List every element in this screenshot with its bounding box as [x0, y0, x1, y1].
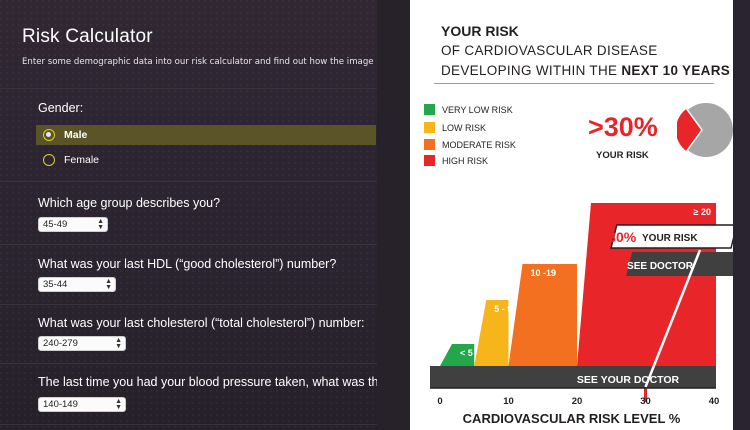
divider	[0, 424, 410, 425]
hdl-label: What was your last HDL (“good cholestero…	[38, 257, 337, 271]
gender-option-label: Male	[64, 129, 88, 141]
cholesterol-label: What was your last cholesterol (“total c…	[38, 316, 365, 330]
gender-option-label: Female	[64, 154, 100, 166]
gender-option-female[interactable]: Female	[36, 150, 376, 170]
cholesterol-select[interactable]: 240-279 ▲ ▼	[38, 336, 126, 351]
callout-label: YOUR RISK	[642, 233, 698, 244]
divider	[0, 244, 410, 245]
risk-step-bar	[508, 264, 577, 366]
select-arrows-icon: ▲ ▼	[105, 278, 112, 291]
see-doctor-label: SEE DOCTOR	[627, 261, 694, 272]
x-axis-label: CARDIOVASCULAR RISK LEVEL %	[462, 411, 681, 426]
x-ticks: 0 10 20 30 40	[437, 396, 719, 407]
x-tick-label: 10	[503, 396, 514, 407]
risk-chart: SEE YOUR DOCTOR < 55 - 910 -19≥ 20 >30% …	[430, 203, 733, 407]
x-tick-label: 20	[572, 396, 583, 407]
hdl-select-value: 35-44	[43, 279, 68, 290]
risk-pie-icon	[677, 103, 733, 157]
result-subtitle: OF CARDIOVASCULAR DISEASE	[441, 43, 658, 58]
risk-percentage: >30%	[588, 112, 658, 142]
select-arrows-icon: ▲ ▼	[115, 337, 122, 350]
divider	[0, 304, 410, 305]
callout-percentage: >30%	[600, 229, 637, 245]
legend-moderate: MODERATE RISK	[424, 139, 516, 150]
blood-pressure-label: The last time you had your blood pressur…	[38, 375, 378, 389]
divider	[434, 83, 714, 84]
your-risk-label: YOUR RISK	[596, 150, 649, 161]
age-select[interactable]: 45-49 ▲ ▼	[38, 217, 108, 232]
risk-result-panel: YOUR RISK OF CARDIOVASCULAR DISEASE DEVE…	[410, 0, 733, 430]
x-tick-label: 40	[709, 396, 720, 407]
gender-label: Gender:	[38, 101, 84, 115]
select-arrows-icon: ▲ ▼	[115, 398, 122, 411]
page-title: Risk Calculator	[22, 26, 153, 47]
x-tick-label: 0	[437, 396, 442, 407]
risk-step-label: 5 - 9	[494, 304, 512, 314]
cholesterol-select-value: 240-279	[43, 338, 78, 349]
age-select-value: 45-49	[43, 219, 68, 230]
risk-step-label: ≥ 20	[694, 207, 711, 217]
risk-step-label: < 5	[460, 348, 473, 358]
radio-unselected-icon[interactable]	[43, 154, 55, 166]
gender-option-male[interactable]: Male	[36, 125, 376, 145]
blood-pressure-select-value: 140-149	[43, 399, 78, 410]
legend-very-low: VERY LOW RISK	[424, 104, 513, 115]
intro-text: Enter some demographic data into our ris…	[22, 57, 374, 67]
divider	[0, 181, 410, 182]
age-label: Which age group describes you?	[38, 196, 221, 210]
legend-low: LOW RISK	[424, 122, 486, 133]
panel-separator	[377, 0, 410, 430]
select-arrows-icon: ▲ ▼	[97, 218, 104, 231]
divider	[0, 88, 410, 89]
blood-pressure-select[interactable]: 140-149 ▲ ▼	[38, 397, 126, 412]
hdl-select[interactable]: 35-44 ▲ ▼	[38, 277, 116, 292]
risk-step-label: 10 -19	[531, 268, 557, 278]
x-tick-label: 30	[640, 396, 651, 407]
divider	[0, 363, 410, 364]
see-your-doctor-label: SEE YOUR DOCTOR	[577, 374, 680, 386]
page-edge	[733, 0, 750, 430]
legend-high: HIGH RISK	[424, 155, 488, 166]
result-subtitle-2: DEVELOPING WITHIN THE NEXT 10 YEARS	[441, 63, 731, 78]
result-title: YOUR RISK	[441, 23, 519, 39]
radio-selected-icon[interactable]	[43, 129, 55, 141]
risk-calculator-panel: Risk Calculator Enter some demographic d…	[0, 0, 410, 430]
